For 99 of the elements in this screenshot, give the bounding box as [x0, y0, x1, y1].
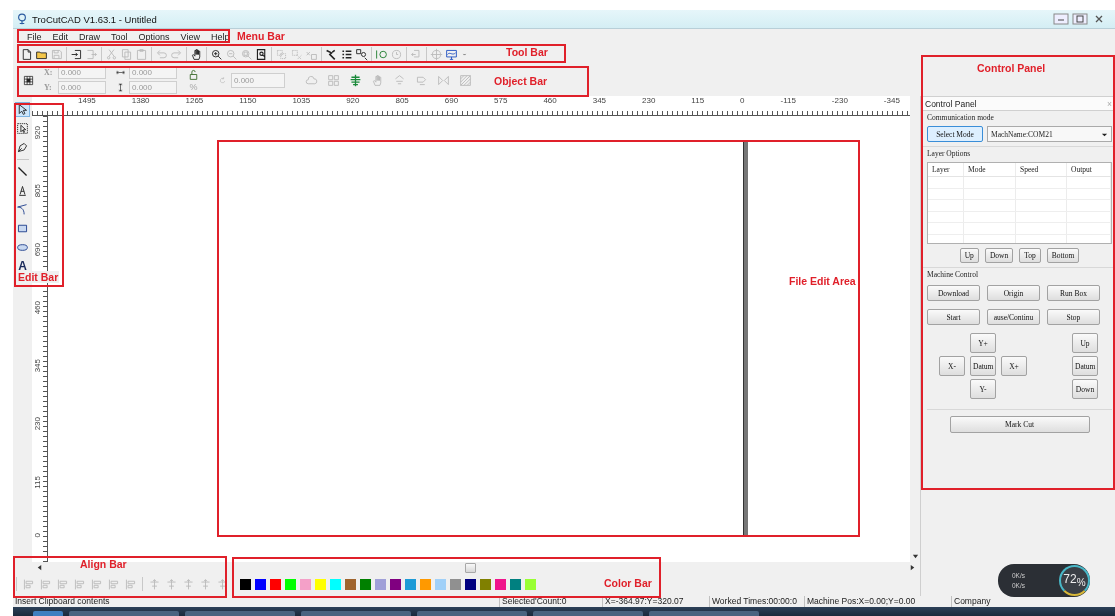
color-swatch[interactable] [525, 578, 536, 590]
annotation-label: Control Panel [976, 62, 1047, 74]
color-swatch[interactable] [300, 578, 311, 590]
menu-item[interactable]: Tool [111, 31, 128, 42]
position-grid-icon[interactable] [23, 74, 34, 86]
color-swatch[interactable] [510, 578, 521, 590]
ruler-label: 1150 [239, 96, 257, 107]
ruler-label: 460 [543, 96, 557, 107]
annotation-label: Object Bar [493, 75, 549, 87]
ruler-label: -345 [883, 96, 900, 107]
rotate-icon [218, 75, 227, 85]
color-swatch[interactable] [420, 578, 431, 590]
color-swatch[interactable] [450, 578, 461, 590]
color-swatch[interactable] [480, 578, 491, 590]
panel-title: Control Panel [925, 98, 977, 109]
ruler-label: 115 [33, 475, 42, 489]
tree-icon[interactable] [349, 73, 362, 87]
color-swatch[interactable] [255, 578, 266, 590]
taskbar-button[interactable] [533, 611, 643, 616]
text-tool[interactable]: A [15, 259, 30, 274]
status-text: Insert Clipboard contents [14, 596, 111, 607]
bezier-icon[interactable] [15, 202, 30, 217]
line-icon[interactable] [15, 164, 30, 179]
new-file-icon[interactable] [20, 47, 33, 61]
field-label: X: [44, 68, 54, 77]
scroll-right-icon[interactable] [909, 563, 916, 571]
annotation-label: Align Bar [79, 558, 128, 570]
ruler-label: 1035 [292, 96, 311, 107]
taskbar-button[interactable] [301, 611, 411, 616]
hand-icon[interactable] [190, 47, 203, 61]
field-label: Y: [44, 83, 53, 92]
color-swatch[interactable] [240, 578, 251, 590]
ruler-label: 460 [33, 300, 42, 315]
color-swatch[interactable] [435, 578, 446, 590]
scroll-left-icon[interactable] [36, 563, 43, 571]
ruler-label: 575 [494, 96, 508, 107]
ruler-label: 920 [33, 126, 42, 140]
ruler-label: 0 [33, 533, 42, 538]
import-icon[interactable] [70, 47, 83, 61]
pen-icon[interactable] [15, 140, 30, 155]
ruler-label: 805 [395, 96, 409, 107]
annotation-label: Edit Bar [17, 271, 60, 283]
ruler-label: -115 [780, 96, 796, 107]
lock-icon[interactable] [187, 68, 200, 81]
color-swatch[interactable] [390, 578, 401, 590]
ruler-label: 115 [691, 96, 705, 107]
color-swatch[interactable] [315, 578, 326, 590]
scroll-down-icon[interactable] [911, 553, 919, 560]
color-swatch[interactable] [495, 578, 506, 590]
annotation-label: Tool Bar [505, 46, 549, 58]
taskbar-button[interactable] [185, 611, 295, 616]
taskbar-button[interactable] [417, 611, 527, 616]
node-search-icon[interactable] [355, 47, 368, 61]
ruler-label: 1265 [185, 96, 204, 107]
color-swatch[interactable] [375, 578, 386, 590]
menu-item[interactable]: Draw [79, 31, 101, 42]
ruler-label: 230 [33, 417, 42, 431]
menu-item[interactable]: Options [138, 31, 170, 42]
ruler-label: 345 [33, 359, 42, 373]
ruler-label: 1495 [78, 96, 96, 107]
color-swatch[interactable] [345, 578, 356, 590]
zoom-page-icon[interactable] [255, 47, 268, 61]
color-swatch[interactable] [405, 578, 416, 590]
width-arrows-icon [116, 68, 125, 77]
ruler-label: 1380 [131, 96, 150, 107]
taskbar-button[interactable] [69, 611, 179, 616]
window-title: TroCutCAD V1.63.1 - Untitled [32, 13, 157, 25]
menu-item[interactable]: File [27, 31, 42, 42]
color-swatch[interactable] [360, 578, 371, 590]
start-button[interactable] [33, 611, 63, 616]
annotation-label: File Edit Area [788, 275, 857, 287]
color-swatch[interactable] [285, 578, 296, 590]
menu-item[interactable]: View [180, 31, 200, 42]
menu-item[interactable]: Edit [52, 31, 69, 42]
taskbar-button[interactable] [649, 611, 759, 616]
height-arrows-icon [116, 83, 125, 92]
monitor-icon[interactable] [445, 47, 458, 61]
curve-icon[interactable] [375, 47, 388, 61]
scale-unit: % [189, 82, 198, 92]
color-swatch[interactable] [270, 578, 281, 590]
color-swatch[interactable] [330, 578, 341, 590]
ruler-label: 920 [346, 96, 360, 107]
ruler-label: 805 [33, 184, 42, 198]
node-pointer-icon[interactable] [15, 121, 30, 136]
ruler-label: 690 [33, 242, 42, 256]
ruler-label: 230 [642, 96, 656, 107]
node-tool-icon[interactable] [325, 47, 338, 61]
annotation-label: Menu Bar [236, 30, 286, 42]
ruler-label: 345 [592, 96, 607, 107]
color-swatch[interactable] [465, 578, 476, 590]
ruler-label: 690 [444, 96, 459, 107]
annotation-label: Color Bar [603, 577, 653, 589]
usage-percent: 72$_{%}$ [1063, 572, 1086, 589]
ruler-label: 0 [740, 96, 745, 107]
zoom-in-icon[interactable] [210, 47, 223, 61]
minimize-icon[interactable] [1053, 13, 1069, 25]
ruler-label: -230 [831, 96, 848, 107]
app-logo-icon [16, 13, 28, 25]
scroll-thumb[interactable] [465, 563, 476, 573]
